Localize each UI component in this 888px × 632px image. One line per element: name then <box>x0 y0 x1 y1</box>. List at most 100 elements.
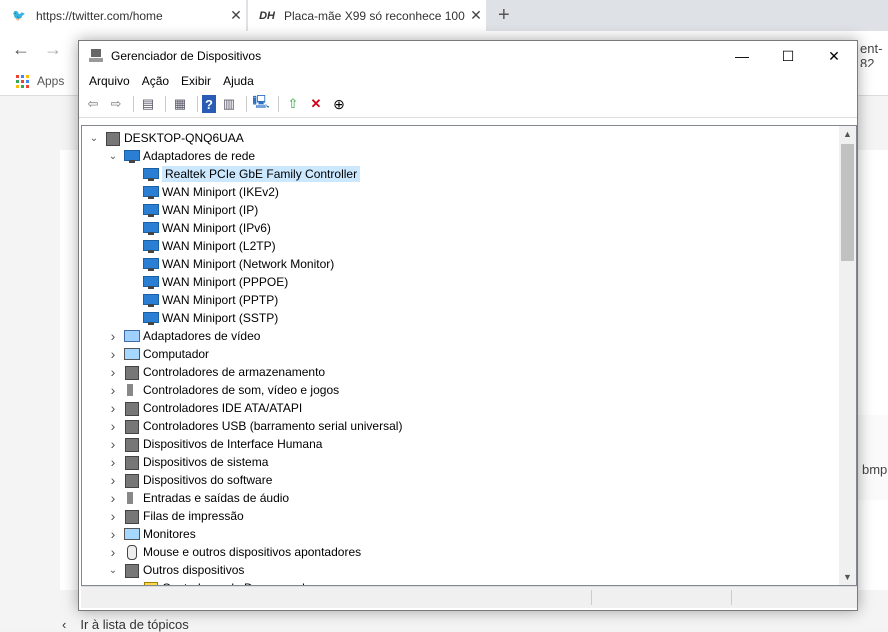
tree-item[interactable]: WAN Miniport (Network Monitor) <box>126 255 334 273</box>
collapsed-chevron-icon[interactable]: › <box>107 454 119 470</box>
tree-item[interactable]: › Entradas e saídas de áudio <box>107 489 289 507</box>
back-arrow-icon[interactable]: ← <box>12 39 30 60</box>
network-icon <box>142 275 159 289</box>
other-devices-icon <box>123 563 139 578</box>
tree-item[interactable]: › Dispositivos de sistema <box>107 453 268 471</box>
tree-item-label: WAN Miniport (PPTP) <box>162 293 279 307</box>
close-tab-icon[interactable]: ✕ <box>226 7 246 24</box>
browser-tabstrip: 🐦 https://twitter.com/home ✕ DH Placa-mã… <box>0 0 888 31</box>
scroll-down-icon[interactable]: ▼ <box>839 572 856 582</box>
expanded-chevron-icon[interactable]: ⌄ <box>88 133 100 144</box>
menu-exibir[interactable]: Exibir <box>175 74 217 88</box>
new-tab-button[interactable]: + <box>498 4 510 27</box>
hid-icon <box>123 437 139 452</box>
tree-item[interactable]: WAN Miniport (IKEv2) <box>126 183 279 201</box>
side-text-fragment: bmp <box>862 462 888 477</box>
tree-item[interactable]: › Filas de impressão <box>107 507 244 525</box>
tab-placa-mae[interactable]: DH Placa-mãe X99 só reconhece 100 ✕ <box>248 0 486 31</box>
tree-item-label: Mouse e outros dispositivos apontadores <box>143 545 362 559</box>
collapsed-chevron-icon[interactable]: › <box>107 328 119 344</box>
tree-item-label: Filas de impressão <box>143 509 244 523</box>
tab-twitter[interactable]: 🐦 https://twitter.com/home ✕ <box>0 0 246 31</box>
tree-item[interactable]: › Controladores de som, vídeo e jogos <box>107 381 339 399</box>
tree-item[interactable]: Realtek PCIe GbE Family Controller <box>126 165 361 183</box>
collapsed-chevron-icon[interactable]: › <box>107 382 119 398</box>
menu-acao[interactable]: Ação <box>136 74 175 88</box>
expanded-chevron-icon[interactable]: ⌄ <box>107 151 119 162</box>
scan-hardware-icon[interactable]: 🖳 <box>251 94 271 113</box>
tree-item[interactable]: WAN Miniport (L2TP) <box>126 237 276 255</box>
collapsed-chevron-icon[interactable]: › <box>107 526 119 542</box>
side-panel <box>858 415 888 500</box>
menu-arquivo[interactable]: Arquivo <box>83 74 136 88</box>
apps-shortcut[interactable]: Apps <box>16 74 64 88</box>
properties-icon[interactable]: ▦ <box>170 95 190 113</box>
close-tab-icon[interactable]: ✕ <box>466 7 486 24</box>
minimize-icon[interactable]: — <box>719 41 765 71</box>
collapsed-chevron-icon[interactable]: › <box>107 346 119 362</box>
menu-ajuda[interactable]: Ajuda <box>217 74 260 88</box>
show-hide-console-tree-icon[interactable]: ▤ <box>138 95 158 113</box>
network-icon <box>142 293 159 307</box>
collapsed-chevron-icon[interactable]: › <box>107 364 119 380</box>
tree-item[interactable]: WAN Miniport (IP) <box>126 201 258 219</box>
uninstall-device-icon[interactable]: ✕ <box>306 95 326 113</box>
tree-item[interactable]: › Controladores USB (barramento serial un… <box>107 417 402 435</box>
network-icon <box>142 221 159 235</box>
system-icon <box>123 455 139 470</box>
toolbar: ⇦ ⇨ ▤ ▦ ? ▥ 🖳 ⇧ ✕ ⊕ <box>79 91 857 118</box>
disable-device-icon[interactable]: ⊕ <box>329 95 349 113</box>
tree-item[interactable]: › Adaptadores de vídeo <box>107 327 261 345</box>
collapsed-chevron-icon[interactable]: › <box>107 436 119 452</box>
show-hide-action-pane-icon[interactable]: ▥ <box>219 95 239 113</box>
update-driver-icon[interactable]: ⇧ <box>283 95 303 113</box>
apps-grid-icon <box>16 74 29 88</box>
tree-item[interactable]: ⌄ Outros dispositivos <box>107 561 244 579</box>
collapsed-chevron-icon[interactable]: › <box>107 400 119 416</box>
device-tree-panel: ⌄ DESKTOP-QNQ6UAA ⌄ Adaptadores de rede Real… <box>81 125 857 586</box>
scrollbar-thumb[interactable] <box>841 144 854 261</box>
help-icon[interactable]: ? <box>202 95 216 113</box>
tree-item[interactable]: › Dispositivos de Interface Humana <box>107 435 322 453</box>
tree-item-label: WAN Miniport (IKEv2) <box>162 185 279 199</box>
collapsed-chevron-icon[interactable]: › <box>107 472 119 488</box>
toolbar-separator <box>278 96 279 112</box>
tree-item[interactable]: › Computador <box>107 345 209 363</box>
vertical-scrollbar[interactable]: ▲ ▼ <box>839 126 856 585</box>
forward-arrow-icon[interactable]: → <box>44 39 62 60</box>
network-icon <box>123 149 140 163</box>
maximize-icon[interactable]: ☐ <box>765 41 811 71</box>
tree-item-label: Entradas e saídas de áudio <box>143 491 290 505</box>
tree-item[interactable]: › Controladores de armazenamento <box>107 363 325 381</box>
tree-item[interactable]: WAN Miniport (PPTP) <box>126 291 278 309</box>
title-bar[interactable]: Gerenciador de Dispositivos — ☐ ✕ <box>79 41 857 71</box>
tree-item[interactable]: › Controladores IDE ATA/ATAPI <box>107 399 302 417</box>
tree-item[interactable]: WAN Miniport (SSTP) <box>126 309 278 327</box>
software-device-icon <box>123 473 139 488</box>
menu-bar: Arquivo Ação Exibir Ajuda <box>79 71 857 91</box>
collapsed-chevron-icon[interactable]: › <box>107 418 119 434</box>
tree-item[interactable]: › Mouse e outros dispositivos apontadores <box>107 543 361 561</box>
tree-item[interactable]: › Monitores <box>107 525 196 543</box>
forward-icon[interactable]: ⇨ <box>106 95 126 113</box>
tree-item[interactable]: WAN Miniport (PPPOE) <box>126 273 288 291</box>
tree-item[interactable]: ⌄ DESKTOP-QNQ6UAA <box>88 129 244 147</box>
tree-item-label: Contadores de Desempenho <box>162 581 315 585</box>
collapsed-chevron-icon[interactable]: › <box>107 508 119 524</box>
tree-item[interactable]: › Dispositivos do software <box>107 471 272 489</box>
network-icon <box>142 185 159 199</box>
collapsed-chevron-icon[interactable]: › <box>107 544 119 560</box>
device-tree: ⌄ DESKTOP-QNQ6UAA ⌄ Adaptadores de rede Real… <box>82 126 839 585</box>
scroll-up-icon[interactable]: ▲ <box>839 129 856 139</box>
expanded-chevron-icon[interactable]: ⌄ <box>107 565 119 576</box>
speaker-icon <box>123 491 139 505</box>
tree-item[interactable]: Contadores de Desempenho <box>126 579 315 585</box>
close-window-icon[interactable]: ✕ <box>811 41 857 71</box>
tree-item[interactable]: WAN Miniport (IPv6) <box>126 219 271 237</box>
tree-item[interactable]: ⌄ Adaptadores de rede <box>107 147 255 165</box>
collapsed-chevron-icon[interactable]: › <box>107 490 119 506</box>
back-icon[interactable]: ⇦ <box>83 95 103 113</box>
tree-item-label: DESKTOP-QNQ6UAA <box>124 131 244 145</box>
tree-item-label: Dispositivos do software <box>143 473 273 487</box>
tree-item-label: Controladores de armazenamento <box>143 365 326 379</box>
